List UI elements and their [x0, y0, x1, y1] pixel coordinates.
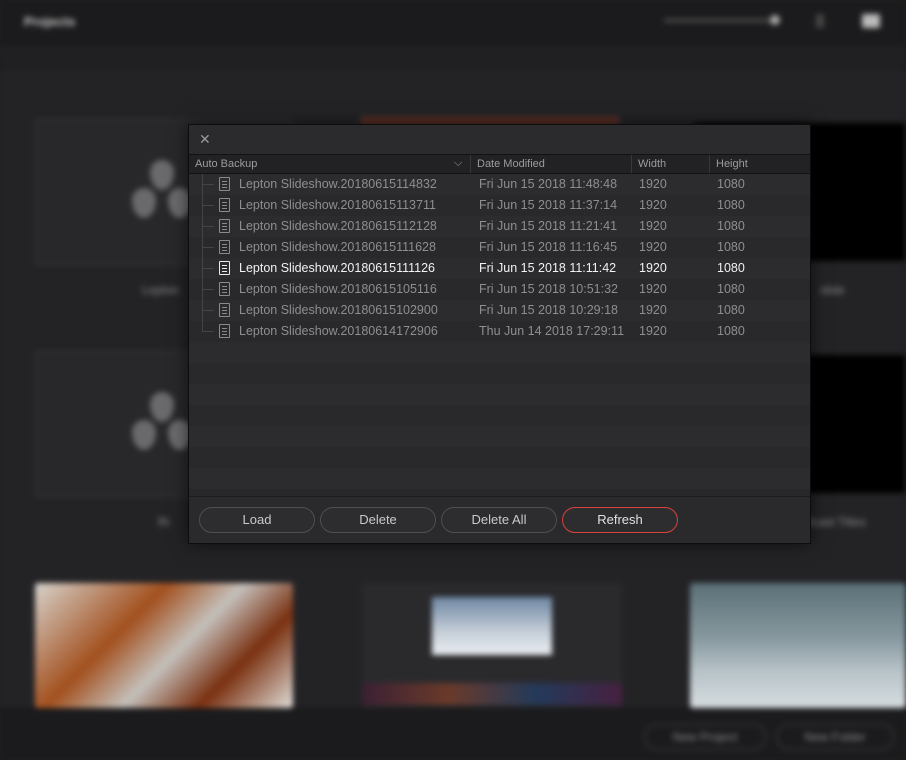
table-row[interactable]: Lepton Slideshow.20180615105116 Fri Jun …: [189, 279, 810, 300]
backup-height: 1080: [717, 177, 745, 191]
project-label: Ri: [158, 515, 170, 529]
table-row[interactable]: Lepton Slideshow.20180615102900 Fri Jun …: [189, 300, 810, 321]
table-row[interactable]: Lepton Slideshow.20180615113711 Fri Jun …: [189, 195, 810, 216]
backup-width: 1920: [639, 324, 667, 338]
new-folder-button[interactable]: New Folder: [776, 724, 894, 750]
chevron-down-icon[interactable]: ⌵: [454, 157, 462, 170]
new-project-button[interactable]: New Project: [644, 724, 766, 750]
document-icon: [219, 261, 230, 275]
project-label: slide: [820, 283, 845, 297]
backup-height: 1080: [717, 240, 745, 254]
backup-height: 1080: [717, 219, 745, 233]
backup-list: Lepton Slideshow.20180615114832 Fri Jun …: [189, 174, 810, 496]
document-icon: [219, 303, 230, 317]
info-icon[interactable]: [816, 14, 824, 28]
backup-height: 1080: [717, 324, 745, 338]
backup-height: 1080: [717, 198, 745, 212]
table-row[interactable]: Lepton Slideshow.20180614172906 Thu Jun …: [189, 321, 810, 342]
table-row-selected[interactable]: Lepton Slideshow.20180615111126 Fri Jun …: [189, 258, 810, 279]
backup-width: 1920: [639, 177, 667, 191]
backup-width: 1920: [639, 240, 667, 254]
backup-height: 1080: [717, 303, 745, 317]
backup-date: Fri Jun 15 2018 11:11:42: [479, 261, 617, 275]
dialog-titlebar: ✕: [189, 125, 810, 154]
column-header-width[interactable]: Width: [638, 158, 666, 170]
table-row[interactable]: Lepton Slideshow.20180615112128 Fri Jun …: [189, 216, 810, 237]
delete-button[interactable]: Delete: [320, 507, 436, 533]
table-row[interactable]: Lepton Slideshow.20180615111628 Fri Jun …: [189, 237, 810, 258]
project-thumbnail[interactable]: [362, 583, 622, 708]
column-header-height[interactable]: Height: [716, 158, 748, 170]
backup-width: 1920: [639, 303, 667, 317]
backup-date: Fri Jun 15 2018 11:37:14: [479, 198, 618, 212]
backup-width: 1920: [639, 261, 667, 275]
backup-name: Lepton Slideshow.20180614172906: [239, 324, 438, 338]
table-row[interactable]: Lepton Slideshow.20180615114832 Fri Jun …: [189, 174, 810, 195]
backup-name: Lepton Slideshow.20180615114832: [239, 177, 437, 191]
backup-name: Lepton Slideshow.20180615111126: [239, 261, 436, 275]
table-header: Auto Backup ⌵ Date Modified Width Height: [189, 154, 810, 174]
slider-knob[interactable]: [770, 15, 780, 25]
empty-row: [189, 405, 810, 426]
backup-height: 1080: [717, 261, 745, 275]
top-bar: Projects: [0, 0, 906, 44]
column-header-name[interactable]: Auto Backup: [195, 158, 257, 170]
close-icon[interactable]: ✕: [199, 131, 211, 148]
backup-width: 1920: [639, 282, 667, 296]
sub-bar: [0, 44, 906, 68]
delete-all-button[interactable]: Delete All: [441, 507, 557, 533]
empty-row: [189, 447, 810, 468]
document-icon: [219, 177, 230, 191]
load-button[interactable]: Load: [199, 507, 315, 533]
backup-date: Thu Jun 14 2018 17:29:11: [479, 324, 625, 338]
backup-name: Lepton Slideshow.20180615113711: [239, 198, 436, 212]
resolve-logo-icon: [132, 160, 192, 220]
bottom-bar: [0, 708, 906, 760]
document-icon: [219, 240, 230, 254]
document-icon: [219, 219, 230, 233]
refresh-button[interactable]: Refresh: [562, 507, 678, 533]
empty-row: [189, 426, 810, 447]
backup-date: Fri Jun 15 2018 10:51:32: [479, 282, 618, 296]
backup-width: 1920: [639, 219, 667, 233]
column-header-date[interactable]: Date Modified: [477, 158, 545, 170]
empty-row: [189, 363, 810, 384]
document-icon: [219, 282, 230, 296]
backup-date: Fri Jun 15 2018 10:29:18: [479, 303, 618, 317]
project-thumbnail[interactable]: [35, 583, 293, 708]
project-label: Lepton: [142, 283, 179, 297]
backup-name: Lepton Slideshow.20180615112128: [239, 219, 437, 233]
project-thumbnail[interactable]: [690, 583, 906, 708]
document-icon: [219, 198, 230, 212]
auto-backup-dialog: ✕ Auto Backup ⌵ Date Modified Width Heig…: [188, 124, 811, 544]
backup-name: Lepton Slideshow.20180615105116: [239, 282, 437, 296]
empty-row: [189, 342, 810, 363]
page-title: Projects: [24, 14, 76, 29]
backup-date: Fri Jun 15 2018 11:21:41: [479, 219, 618, 233]
project-label: dcast Titles: [806, 515, 867, 529]
thumbnail-size-slider[interactable]: [664, 19, 776, 22]
empty-row: [189, 384, 810, 405]
resolve-logo-icon: [132, 392, 192, 452]
backup-name: Lepton Slideshow.20180615102900: [239, 303, 438, 317]
backup-height: 1080: [717, 282, 745, 296]
backup-name: Lepton Slideshow.20180615111628: [239, 240, 436, 254]
backup-date: Fri Jun 15 2018 11:48:48: [479, 177, 618, 191]
empty-row: [189, 468, 810, 489]
backup-date: Fri Jun 15 2018 11:16:45: [479, 240, 618, 254]
document-icon: [219, 324, 230, 338]
backup-width: 1920: [639, 198, 667, 212]
grid-view-icon[interactable]: [862, 14, 880, 28]
